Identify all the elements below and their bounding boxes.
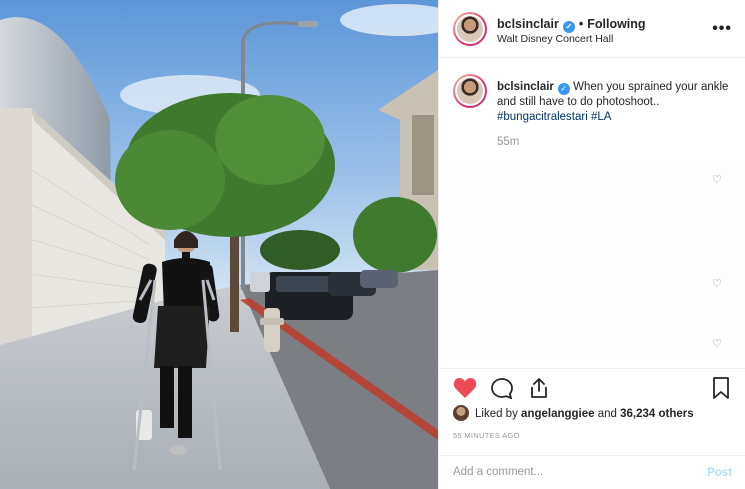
follow-separator: • (578, 17, 584, 31)
likes-and: and (597, 408, 617, 420)
comments-area: ♡ ♡ ♡ (439, 160, 745, 360)
heart-icon[interactable] (453, 377, 477, 399)
more-dots-icon[interactable]: ••• (712, 20, 732, 38)
caption-text-block: bclsinclair ✓ When you sprained your ankl… (497, 80, 732, 125)
username-link[interactable]: bclsinclair (497, 17, 559, 31)
likes-count[interactable]: 36,234 others (620, 408, 694, 420)
verified-icon: ✓ (562, 21, 575, 33)
following-button[interactable]: Following (587, 17, 645, 31)
share-icon[interactable] (528, 377, 550, 399)
caption-avatar[interactable] (453, 74, 487, 108)
post-timestamp: 55 MINUTES AGO (453, 431, 520, 440)
comment-icon[interactable] (490, 377, 514, 399)
hashtag-link[interactable]: #LA (591, 111, 611, 123)
small-heart-icon[interactable]: ♡ (712, 337, 722, 350)
header-user-line: bclsinclair ✓ • Following (497, 17, 646, 33)
avatar[interactable] (453, 12, 487, 46)
likes-prefix: Liked by (475, 408, 518, 420)
caption-username[interactable]: bclsinclair (497, 81, 554, 93)
post-header: bclsinclair ✓ • Following Walt Disney Conce… (439, 0, 745, 58)
action-bar (439, 368, 745, 404)
post-image (0, 0, 438, 489)
likes-line: Liked by angelanggiee and 36,234 others (453, 405, 694, 421)
caption-timestamp: 55m (497, 136, 520, 148)
comment-input[interactable] (453, 466, 673, 478)
post-photo[interactable] (0, 0, 438, 489)
small-heart-icon[interactable]: ♡ (712, 173, 722, 186)
post-comment-button[interactable]: Post (707, 467, 732, 479)
verified-icon: ✓ (557, 83, 570, 95)
bookmark-icon[interactable] (712, 377, 730, 399)
comment-bar: Post (439, 455, 745, 489)
small-heart-icon[interactable]: ♡ (712, 277, 722, 290)
liker-username[interactable]: angelanggiee (521, 408, 595, 420)
post-sidebar: bclsinclair ✓ • Following Walt Disney Conce… (438, 0, 745, 489)
liker-avatar (453, 405, 469, 421)
location-link[interactable]: Walt Disney Concert Hall (497, 33, 613, 45)
hashtag-link[interactable]: #bungacitralestari (497, 111, 588, 123)
